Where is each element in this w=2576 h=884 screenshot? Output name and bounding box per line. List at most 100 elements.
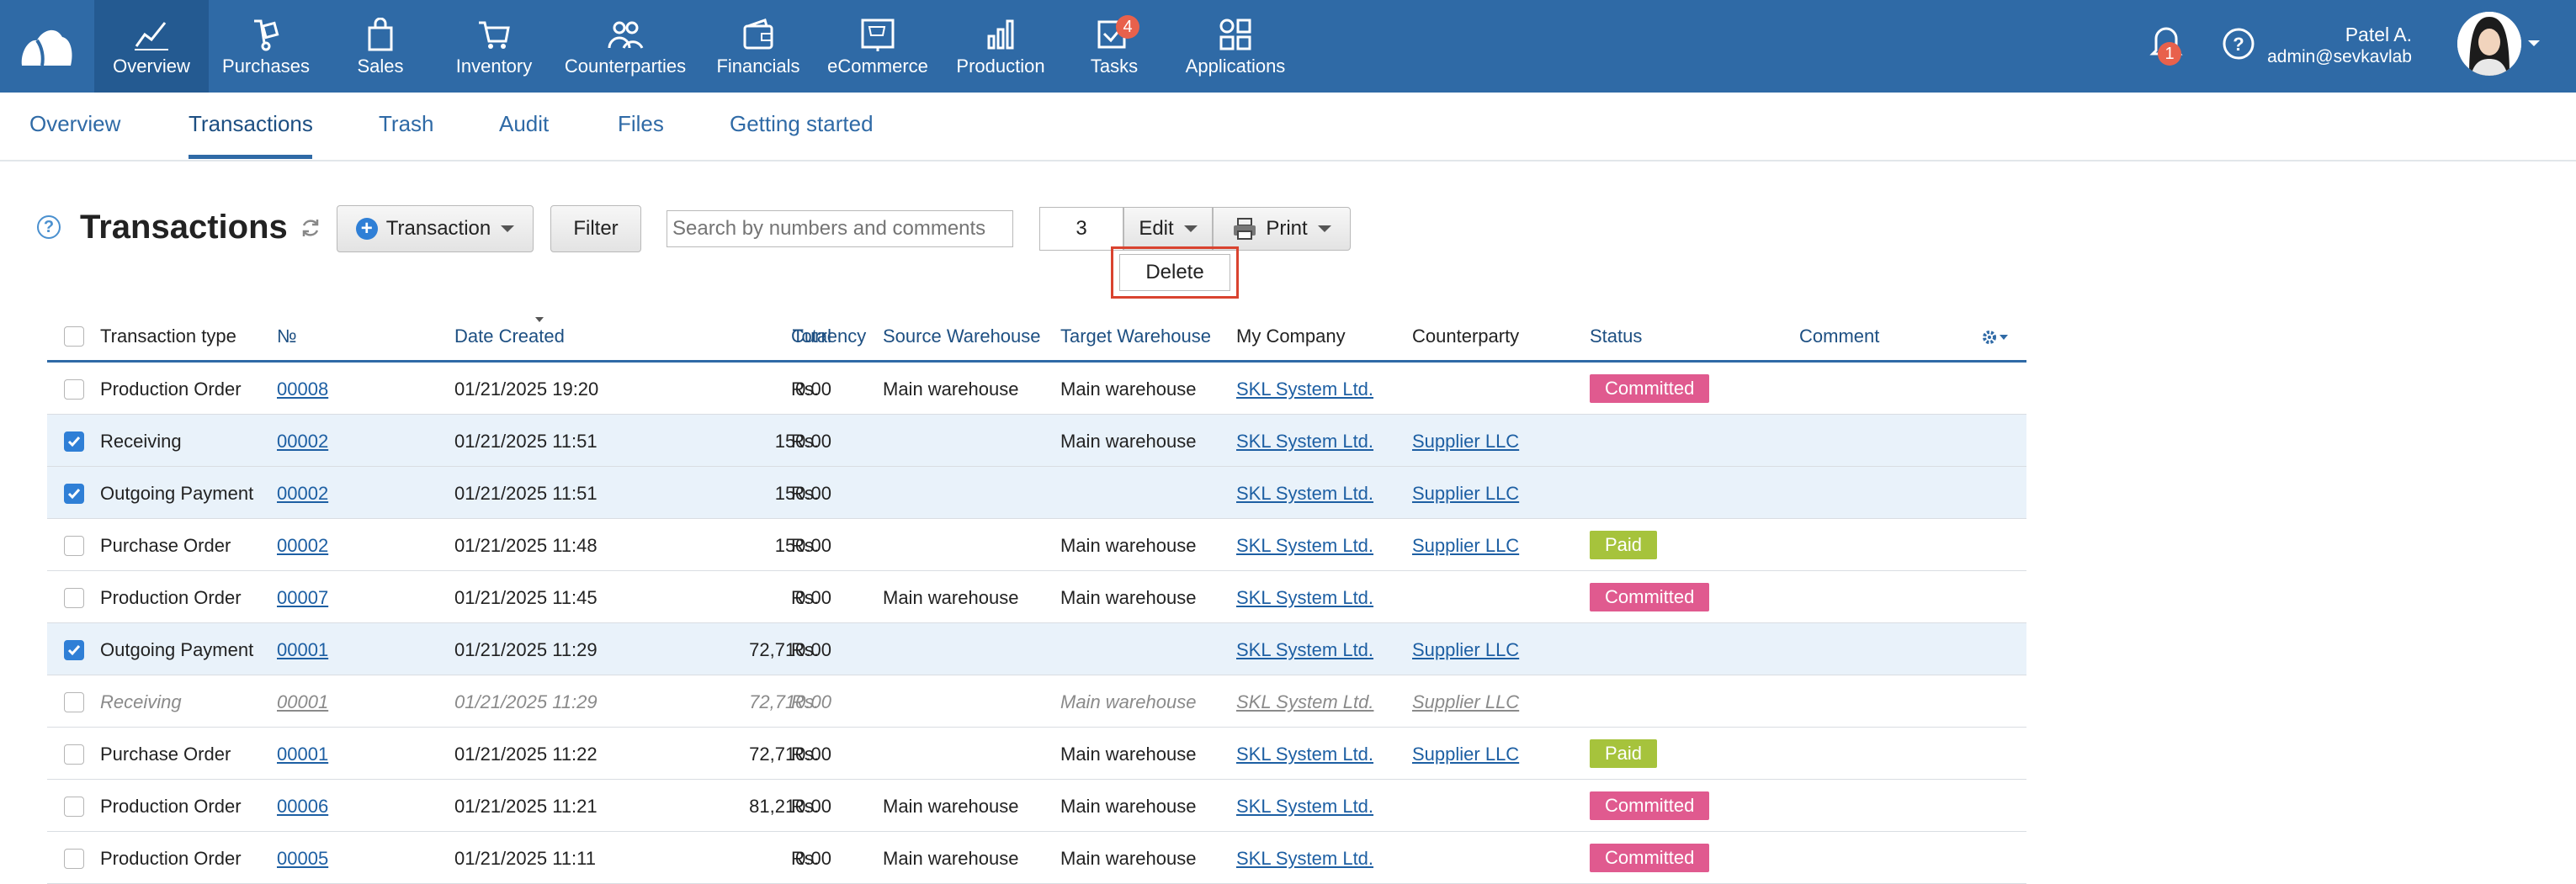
table-row[interactable]: Receiving 00001 01/21/2025 11:29 72,710.00 R…: [47, 675, 2026, 728]
table-row[interactable]: Production Order 00008 01/21/2025 19:20 0.0…: [47, 363, 2026, 415]
table-row[interactable]: Purchase Order 00002 01/21/2025 11:48 150.0…: [47, 519, 2026, 571]
sort-desc-icon: [535, 317, 544, 322]
table-row[interactable]: Receiving 00002 01/21/2025 11:51 150.00 Rs. M…: [47, 415, 2026, 467]
cell-counterparty[interactable]: Supplier LLC: [1412, 691, 1519, 713]
cell-currency: Rs.: [791, 378, 819, 400]
tab-audit[interactable]: Audit: [499, 111, 549, 137]
nav-ecommerce[interactable]: eCommerce: [821, 0, 934, 93]
bell-icon[interactable]: 1: [2149, 24, 2183, 66]
search-input[interactable]: [667, 210, 1013, 247]
cell-my-company[interactable]: SKL System Ltd.: [1236, 848, 1373, 870]
cell-number[interactable]: 00008: [277, 378, 328, 400]
cell-my-company[interactable]: SKL System Ltd.: [1236, 796, 1373, 818]
cell-number[interactable]: 00002: [277, 535, 328, 557]
cell-number[interactable]: 00002: [277, 483, 328, 505]
column-transaction-type[interactable]: Transaction type: [100, 326, 236, 347]
table-row[interactable]: Outgoing Payment 00001 01/21/2025 11:29 72,…: [47, 623, 2026, 675]
cell-source-warehouse: Main warehouse: [883, 587, 1019, 608]
status-badge: Paid: [1590, 739, 1658, 768]
delete-button[interactable]: Delete: [1119, 254, 1230, 291]
column-source-warehouse[interactable]: Source Warehouse: [883, 326, 1041, 347]
column-status[interactable]: Status: [1590, 326, 1642, 347]
cell-number[interactable]: 00007: [277, 587, 328, 609]
tab-files[interactable]: Files: [618, 111, 664, 137]
row-checkbox[interactable]: [64, 379, 84, 400]
column-my-company[interactable]: My Company: [1236, 326, 1346, 347]
table-row[interactable]: Production Order 00007 01/21/2025 11:45 0.0…: [47, 571, 2026, 623]
cell-my-company[interactable]: SKL System Ltd.: [1236, 535, 1373, 557]
cell-currency: Rs.: [791, 431, 819, 452]
row-checkbox[interactable]: [64, 431, 84, 452]
nav-purchases[interactable]: Purchases: [217, 0, 315, 93]
column-number[interactable]: №: [277, 326, 297, 347]
help-icon[interactable]: ?: [2222, 27, 2255, 61]
cell-counterparty[interactable]: Supplier LLC: [1412, 744, 1519, 765]
cell-my-company[interactable]: SKL System Ltd.: [1236, 587, 1373, 609]
cell-my-company[interactable]: SKL System Ltd.: [1236, 744, 1373, 765]
column-currency[interactable]: Currency: [791, 326, 866, 347]
avatar[interactable]: [2457, 12, 2521, 76]
cell-counterparty[interactable]: Supplier LLC: [1412, 431, 1519, 453]
table-row[interactable]: Purchase Order 00001 01/21/2025 11:22 72,71…: [47, 728, 2026, 780]
nav-inventory[interactable]: Inventory: [446, 0, 542, 93]
cell-counterparty[interactable]: Supplier LLC: [1412, 535, 1519, 557]
app-logo[interactable]: [17, 19, 76, 74]
row-checkbox[interactable]: [64, 588, 84, 608]
cell-my-company[interactable]: SKL System Ltd.: [1236, 431, 1373, 453]
row-checkbox[interactable]: [64, 849, 84, 869]
column-settings-gear-icon[interactable]: [1983, 330, 2011, 345]
nav-sales[interactable]: Sales: [337, 0, 424, 93]
tab-trash[interactable]: Trash: [379, 111, 434, 137]
column-counterparty[interactable]: Counterparty: [1412, 326, 1519, 347]
cell-number[interactable]: 00002: [277, 431, 328, 453]
column-comment[interactable]: Comment: [1799, 326, 1879, 347]
nav-production[interactable]: Production: [946, 0, 1055, 93]
column-target-warehouse[interactable]: Target Warehouse: [1060, 326, 1211, 347]
row-checkbox[interactable]: [64, 484, 84, 504]
cell-number[interactable]: 00006: [277, 796, 328, 818]
user-menu-chevron-icon[interactable]: [2528, 40, 2540, 46]
table-row[interactable]: Production Order 00005 01/21/2025 11:11 0.0…: [47, 832, 2026, 884]
row-checkbox[interactable]: [64, 797, 84, 817]
filter-button[interactable]: Filter: [550, 205, 641, 252]
cell-my-company[interactable]: SKL System Ltd.: [1236, 639, 1373, 661]
nav-tasks[interactable]: 4 Tasks: [1070, 0, 1158, 93]
cell-counterparty[interactable]: Supplier LLC: [1412, 483, 1519, 505]
cell-my-company[interactable]: SKL System Ltd.: [1236, 483, 1373, 505]
cell-source-warehouse: Main warehouse: [883, 378, 1019, 400]
nav-counterparties[interactable]: Counterparties: [557, 0, 693, 93]
table-row[interactable]: Production Order 00006 01/21/2025 11:21 81,…: [47, 780, 2026, 832]
cell-counterparty[interactable]: Supplier LLC: [1412, 639, 1519, 661]
table-row[interactable]: Outgoing Payment 00002 01/21/2025 11:51 150…: [47, 467, 2026, 519]
row-checkbox[interactable]: [64, 744, 84, 765]
column-date-created[interactable]: Date Created: [454, 326, 565, 347]
cell-number[interactable]: 00005: [277, 848, 328, 870]
add-transaction-button[interactable]: + Transaction: [337, 205, 534, 252]
user-name[interactable]: Patel A.: [2345, 24, 2412, 46]
cell-number[interactable]: 00001: [277, 744, 328, 765]
nav-applications[interactable]: Applications: [1178, 0, 1293, 93]
cell-number[interactable]: 00001: [277, 691, 328, 713]
row-checkbox[interactable]: [64, 640, 84, 660]
status-badge: Committed: [1590, 844, 1710, 872]
edit-button[interactable]: Edit: [1123, 207, 1213, 251]
tab-getting-started[interactable]: Getting started: [730, 111, 874, 137]
cell-date-created: 01/21/2025 11:22: [454, 744, 598, 765]
row-checkbox[interactable]: [64, 692, 84, 712]
row-checkbox[interactable]: [64, 536, 84, 556]
chart-line-icon: [133, 17, 170, 52]
cell-my-company[interactable]: SKL System Ltd.: [1236, 691, 1373, 713]
page-help-icon[interactable]: ?: [37, 215, 61, 239]
nav-financials[interactable]: Financials: [707, 0, 810, 93]
cell-my-company[interactable]: SKL System Ltd.: [1236, 378, 1373, 400]
user-email[interactable]: admin@sevkavlab: [2267, 47, 2412, 67]
cell-number[interactable]: 00001: [277, 639, 328, 661]
cell-currency: Rs.: [791, 744, 819, 765]
nav-overview[interactable]: Overview: [94, 0, 209, 93]
tab-overview[interactable]: Overview: [29, 111, 120, 137]
nav-label: Purchases: [222, 56, 310, 77]
refresh-icon[interactable]: [300, 217, 321, 239]
select-all-checkbox[interactable]: [64, 326, 84, 347]
print-button[interactable]: Print: [1213, 207, 1351, 251]
tab-transactions[interactable]: Transactions: [189, 111, 313, 137]
